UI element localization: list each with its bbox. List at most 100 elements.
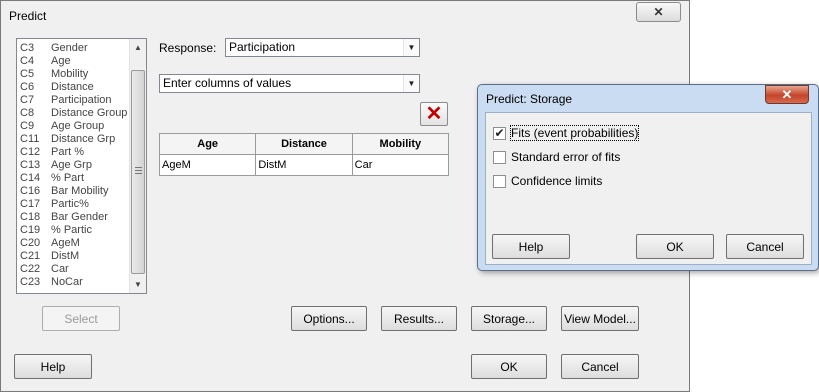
list-item[interactable]: C4 Age <box>20 55 71 68</box>
fits-checkbox[interactable]: ✔ <box>493 126 506 140</box>
column-name: NoCar <box>51 276 83 288</box>
dialog-title: Predict <box>9 9 47 23</box>
column-code: C23 <box>20 276 41 288</box>
list-item[interactable]: C18 Bar Gender <box>20 211 108 224</box>
response-combo[interactable]: Participation ▼ <box>225 38 420 57</box>
column-name: Partic% <box>51 198 89 210</box>
column-name: Mobility <box>51 68 89 80</box>
column-code: C13 <box>20 159 41 171</box>
scroll-up-icon[interactable]: ▲ <box>130 39 146 56</box>
storage-dialog-body: ✔ Fits (event probabilities) Standard er… <box>485 112 812 265</box>
table-header: Distance <box>255 133 353 155</box>
table-row: AgeM DistM Car <box>158 154 450 176</box>
list-item[interactable]: C7 Participation <box>20 94 112 107</box>
storage-dialog: Predict: Storage ✕ ✔ Fits (event probabi… <box>477 84 819 271</box>
column-code: C11 <box>20 133 40 145</box>
column-code: C4 <box>20 55 35 67</box>
confidence-limits-option-label: Confidence limits <box>511 174 603 188</box>
delete-icon: ✕ <box>425 103 443 125</box>
close-button[interactable]: ✕ <box>636 2 681 22</box>
column-code: C8 <box>20 107 35 119</box>
column-name: DistM <box>51 250 80 262</box>
column-code: C16 <box>20 185 41 197</box>
options-button[interactable]: Options... <box>291 306 367 331</box>
list-item[interactable]: C6 Distance <box>20 81 94 94</box>
column-code: C9 <box>20 120 35 132</box>
list-item[interactable]: C5 Mobility <box>20 68 88 81</box>
list-item[interactable]: C12 Part % <box>20 146 84 159</box>
confidence-limits-checkbox[interactable] <box>493 174 506 188</box>
column-name: Bar Gender <box>51 211 108 223</box>
column-name: Participation <box>51 94 112 106</box>
chevron-down-icon[interactable]: ▼ <box>403 39 419 56</box>
standard-error-option[interactable]: Standard error of fits <box>493 149 620 165</box>
list-item[interactable]: C13 Age Grp <box>20 159 92 172</box>
response-value: Participation <box>229 40 296 54</box>
results-button[interactable]: Results... <box>381 306 457 331</box>
column-name: Age <box>51 55 71 67</box>
column-code: C18 <box>20 211 41 223</box>
list-item[interactable]: C11 Distance Grp <box>20 133 115 146</box>
column-name: % Partic <box>51 224 92 236</box>
column-code: C22 <box>20 263 41 275</box>
ok-button[interactable]: OK <box>471 354 547 379</box>
list-item[interactable]: C20 AgeM <box>20 237 80 250</box>
storage-cancel-button[interactable]: Cancel <box>726 234 804 259</box>
close-icon: ✕ <box>653 5 664 19</box>
column-name: Bar Mobility <box>51 185 109 197</box>
column-name: Gender <box>51 42 88 54</box>
scroll-down-icon[interactable]: ▼ <box>130 276 146 293</box>
select-button[interactable]: Select <box>42 306 120 331</box>
fits-option-label: Fits (event probabilities) <box>509 125 640 141</box>
standard-error-checkbox[interactable] <box>493 150 506 164</box>
column-code: C12 <box>20 146 41 158</box>
list-item[interactable]: C16 Bar Mobility <box>20 185 108 198</box>
list-item[interactable]: C3 Gender <box>20 42 88 55</box>
column-name: Age Grp <box>51 159 92 171</box>
table-cell[interactable]: DistM <box>255 154 353 176</box>
list-item[interactable]: C8 Distance Group <box>20 107 127 120</box>
list-item[interactable]: C9 Age Group <box>20 120 104 133</box>
scroll-thumb[interactable] <box>131 70 145 274</box>
storage-ok-button[interactable]: OK <box>636 234 714 259</box>
chevron-down-icon[interactable]: ▼ <box>403 75 419 92</box>
list-item[interactable]: C23 NoCar <box>20 276 83 289</box>
list-item[interactable]: C19 % Partic <box>20 224 92 237</box>
predictor-table[interactable]: Age Distance Mobility AgeM DistM Car <box>158 133 450 176</box>
delete-row-button[interactable]: ✕ <box>420 102 448 126</box>
column-code: C19 <box>20 224 41 236</box>
confidence-limits-option[interactable]: Confidence limits <box>493 173 602 189</box>
list-scrollbar[interactable]: ▲ ▼ <box>129 39 146 293</box>
input-mode-combo[interactable]: Enter columns of values ▼ <box>159 74 420 93</box>
table-cell[interactable]: AgeM <box>158 154 257 176</box>
column-name: Car <box>51 263 69 275</box>
fits-option[interactable]: ✔ Fits (event probabilities) <box>493 125 640 141</box>
list-item[interactable]: C21 DistM <box>20 250 79 263</box>
input-mode-value: Enter columns of values <box>163 76 292 90</box>
storage-help-button[interactable]: Help <box>492 234 570 259</box>
column-code: C20 <box>20 237 41 249</box>
column-code: C17 <box>20 198 41 210</box>
response-label: Response: <box>159 41 217 55</box>
table-cell[interactable]: Car <box>351 154 450 176</box>
column-name: Distance <box>51 81 94 93</box>
storage-button[interactable]: Storage... <box>471 306 547 331</box>
column-code: C7 <box>20 94 35 106</box>
column-name: % Part <box>51 172 85 184</box>
column-code: C3 <box>20 42 35 54</box>
column-listbox[interactable]: C3 Gender C4 Age C5 Mobility C6 Distance C7 Parti… <box>16 38 147 294</box>
column-name: Part % <box>51 146 85 158</box>
close-icon: ✕ <box>781 86 793 102</box>
standard-error-option-label: Standard error of fits <box>511 150 621 164</box>
storage-dialog-title: Predict: Storage <box>486 92 573 106</box>
help-button[interactable]: Help <box>14 354 92 379</box>
view-model-button[interactable]: View Model... <box>561 306 639 331</box>
list-item[interactable]: C14 % Part <box>20 172 84 185</box>
table-header: Mobility <box>351 133 450 155</box>
table-header: Age <box>158 133 257 155</box>
list-item[interactable]: C17 Partic% <box>20 198 89 211</box>
storage-close-button[interactable]: ✕ <box>765 85 809 104</box>
cancel-button[interactable]: Cancel <box>561 354 639 379</box>
checkmark-icon: ✔ <box>494 126 505 140</box>
list-item[interactable]: C22 Car <box>20 263 69 276</box>
